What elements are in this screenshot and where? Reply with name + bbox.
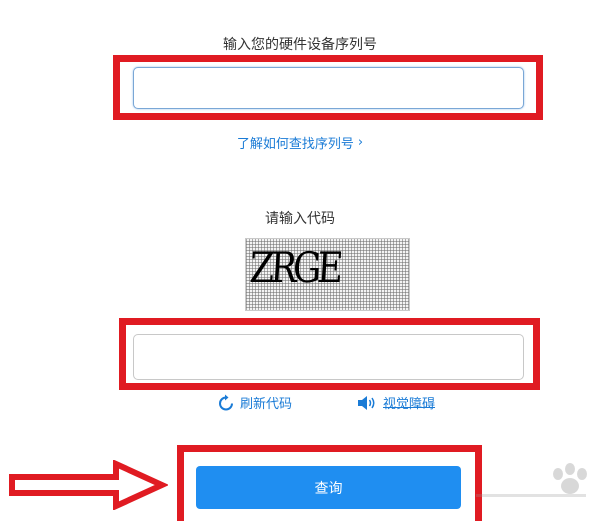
page: 输入您的硬件设备序列号 了解如何查找序列号 › 请输入代码 ZRGE 刷新代码 视… xyxy=(0,0,600,521)
serial-number-label: 输入您的硬件设备序列号 xyxy=(223,37,377,53)
red-arrow-icon xyxy=(9,460,168,510)
captcha-image-text: ZRGE xyxy=(248,243,341,292)
chevron-right-icon: › xyxy=(357,135,364,150)
speaker-icon xyxy=(358,395,375,410)
captcha-code-input[interactable] xyxy=(133,334,524,380)
find-serial-help-link[interactable]: 了解如何查找序列号 › xyxy=(0,133,600,152)
serial-number-input[interactable] xyxy=(133,67,524,109)
captcha-code-label: 请输入代码 xyxy=(265,211,335,227)
refresh-icon xyxy=(219,394,233,410)
refresh-code-label: 刷新代码 xyxy=(240,397,293,412)
captcha-image: ZRGE xyxy=(245,238,410,311)
paw-watermark-icon xyxy=(476,463,587,497)
query-button[interactable]: 查询 xyxy=(196,466,461,509)
find-serial-help-link-label: 了解如何查找序列号 xyxy=(236,137,354,152)
visual-impairment-label: 视觉障碍 xyxy=(383,397,436,412)
visual-impairment-link[interactable]: 视觉障碍 xyxy=(357,393,435,412)
refresh-code-link[interactable]: 刷新代码 xyxy=(218,393,292,412)
